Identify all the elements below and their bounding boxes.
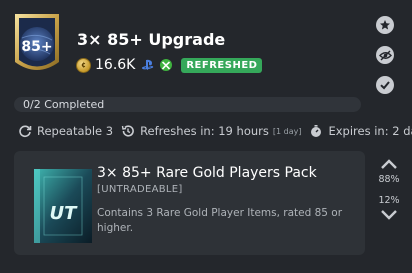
chevron-down-icon[interactable] [380,209,398,221]
objective-title: 3× 85+ Upgrade [77,30,226,49]
status-badge: REFRESHED [181,57,263,73]
xbox-icon [160,59,173,71]
reward-card[interactable]: UT 3× 85+ Rare Gold Players Pack [UNTRAD… [14,151,365,255]
eye-slash-icon [378,50,392,60]
expires-label: Expires in: 2 days [328,124,412,138]
refresh-tag: [1 day] [272,126,302,136]
badge-text: 85+ [21,39,52,55]
upvote-percent: 88% [378,174,400,185]
objective-meta: ¢ 16.6K REFRESHED [76,57,263,73]
coin-icon: ¢ [76,57,91,73]
chevron-up-icon[interactable] [380,158,398,170]
downvote-percent: 12% [378,195,400,206]
pack-logo: UT [50,203,79,224]
refresh-label: Refreshes in: 19 hours [140,124,269,138]
star-icon [380,20,390,30]
pack-tradeability: [UNTRADEABLE] [97,184,183,195]
repeatable-label: Repeatable 3 [37,124,114,138]
progress-text: 0/2 Completed [23,98,105,111]
pack-image: UT [34,169,92,243]
objective-badge: 85+ [15,14,59,70]
favorite-button[interactable] [376,16,394,34]
pack-description: Contains 3 Rare Gold Player Items, rated… [97,207,343,234]
objective-info: Repeatable 3 Refreshes in: 19 hours [1 d… [18,124,412,138]
history-icon [121,125,134,137]
stopwatch-icon [311,125,322,137]
playstation-icon [142,59,154,70]
coin-value: 16.6K [95,57,136,73]
repeat-icon [19,125,32,138]
complete-button[interactable] [376,76,394,94]
objective-actions [376,16,394,94]
hide-button[interactable] [376,46,394,64]
pack-title: 3× 85+ Rare Gold Players Pack [97,165,317,181]
vote-panel: 88% 12% [374,158,404,221]
check-circle-icon [380,81,390,90]
progress-bar: 0/2 Completed [14,97,361,112]
